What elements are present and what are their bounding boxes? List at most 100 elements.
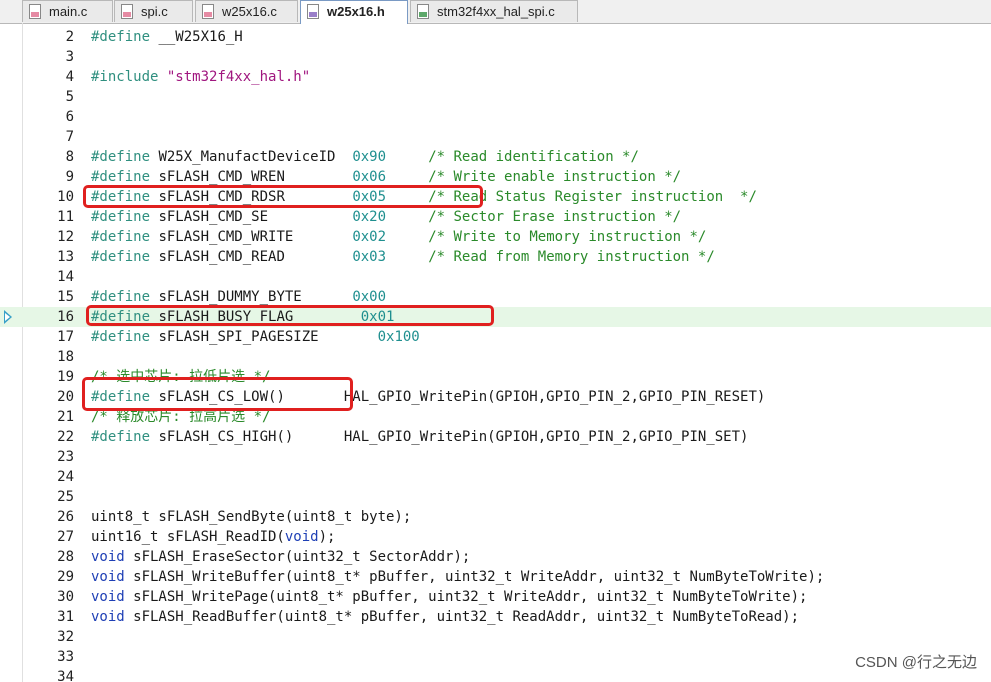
line-number: 29 [57, 569, 74, 585]
code-token: sFLASH_CMD_WREN [150, 169, 353, 185]
code-line[interactable]: 3 [0, 47, 991, 67]
line-number: 9 [65, 169, 74, 185]
code-line[interactable]: 17 #define sFLASH_SPI_PAGESIZE 0x100 [0, 327, 991, 347]
tab-label: w25x16.c [222, 4, 277, 19]
line-number: 21 [57, 409, 74, 425]
tab-label: main.c [49, 4, 88, 19]
code-line[interactable]: 6 [0, 107, 991, 127]
code-line[interactable]: 31 void sFLASH_ReadBuffer(uint8_t* pBuffe… [0, 607, 991, 627]
highlight-box-busy-flag [86, 305, 494, 326]
line-number: 3 [65, 49, 74, 65]
code-line[interactable]: 23 [0, 447, 991, 467]
line-number: 8 [65, 149, 74, 165]
line-code: #define sFLASH_CMD_READ 0x03 /* Read fro… [91, 247, 715, 267]
code-line[interactable]: 28 void sFLASH_EraseSector(uint32_t Secto… [0, 547, 991, 567]
line-number: 16 [57, 309, 74, 325]
code-line[interactable]: 15 #define sFLASH_DUMMY_BYTE 0x00 [0, 287, 991, 307]
line-code: #include "stm32f4xx_hal.h" [91, 67, 310, 87]
line-number: 13 [57, 249, 74, 265]
code-line[interactable]: 27 uint16_t sFLASH_ReadID(void); [0, 527, 991, 547]
line-number: 32 [57, 629, 74, 645]
code-token: #define [91, 289, 151, 305]
c-file-icon [29, 4, 41, 19]
code-token: 0x100 [377, 329, 420, 345]
line-code: void sFLASH_WriteBuffer(uint8_t* pBuffer… [91, 567, 824, 587]
editor-tab-bar: main.c spi.c w25x16.c w25x16.h stm32f4xx_hal… [0, 0, 991, 24]
code-token: #define [91, 169, 151, 185]
code-token: void [284, 529, 319, 545]
code-token: void [91, 569, 125, 585]
code-line[interactable]: 33 [0, 647, 991, 667]
tab-main-c[interactable]: main.c [22, 0, 113, 22]
code-token: void [91, 549, 125, 565]
code-line[interactable]: 9 #define sFLASH_CMD_WREN 0x06 /* Write e… [0, 167, 991, 187]
code-line[interactable]: 4 #include "stm32f4xx_hal.h" [0, 67, 991, 87]
line-code: void sFLASH_WritePage(uint8_t* pBuffer, … [91, 587, 807, 607]
line-number: 26 [57, 509, 74, 525]
code-token: 0x90 [352, 149, 387, 165]
code-token: #define [91, 249, 151, 265]
code-token: void [91, 609, 125, 625]
code-line[interactable]: 25 [0, 487, 991, 507]
line-number: 28 [57, 549, 74, 565]
tab-label: w25x16.h [327, 4, 385, 19]
code-line[interactable]: 11 #define sFLASH_CMD_SE 0x20 /* Sector E… [0, 207, 991, 227]
current-line-arrow-icon [4, 310, 12, 324]
code-line[interactable]: 14 [0, 267, 991, 287]
code-line[interactable]: 34 [0, 667, 991, 682]
line-number: 2 [65, 29, 74, 45]
line-code: #define W25X_ManufactDeviceID 0x90 /* Re… [91, 147, 639, 167]
line-code: #define sFLASH_DUMMY_BYTE 0x00 [91, 287, 386, 307]
code-line[interactable]: 13 #define sFLASH_CMD_READ 0x03 /* Read f… [0, 247, 991, 267]
highlight-box-cs-low [82, 377, 353, 411]
code-token: /* 释放芯片: 拉高片选 */ [91, 409, 271, 425]
code-line[interactable]: 8 #define W25X_ManufactDeviceID 0x90 /* R… [0, 147, 991, 167]
line-code: uint8_t sFLASH_SendByte(uint8_t byte); [91, 507, 411, 527]
line-number: 30 [57, 589, 74, 605]
code-token: sFLASH_CS_HIGH() HAL_GPIO_WritePin(GPIOH… [150, 429, 749, 445]
code-token: #define [91, 229, 151, 245]
code-token: __W25X16_H [150, 29, 243, 45]
code-token: uint16_t sFLASH_ReadID( [91, 529, 285, 545]
line-number: 19 [57, 369, 74, 385]
line-number: 10 [57, 189, 74, 205]
code-token: sFLASH_CMD_SE [150, 209, 353, 225]
code-line[interactable]: 29 void sFLASH_WriteBuffer(uint8_t* pBuff… [0, 567, 991, 587]
code-line[interactable]: 26 uint8_t sFLASH_SendByte(uint8_t byte); [0, 507, 991, 527]
code-line[interactable]: 12 #define sFLASH_CMD_WRITE 0x02 /* Write… [0, 227, 991, 247]
line-code: void sFLASH_EraseSector(uint32_t SectorA… [91, 547, 470, 567]
code-token: sFLASH_SPI_PAGESIZE [150, 329, 378, 345]
line-code: #define sFLASH_SPI_PAGESIZE 0x100 [91, 327, 420, 347]
code-line[interactable]: 30 void sFLASH_WritePage(uint8_t* pBuffer… [0, 587, 991, 607]
code-token: ); [318, 529, 336, 545]
watermark: CSDN @行之无边 [855, 654, 977, 671]
code-line[interactable]: 22 #define sFLASH_CS_HIGH() HAL_GPIO_Writ… [0, 427, 991, 447]
c-file-icon [202, 4, 214, 19]
tab-w25x16-c[interactable]: w25x16.c [195, 0, 298, 22]
code-line[interactable]: 5 [0, 87, 991, 107]
line-number: 27 [57, 529, 74, 545]
code-token: #define [91, 29, 151, 45]
line-code: void sFLASH_ReadBuffer(uint8_t* pBuffer,… [91, 607, 799, 627]
code-line[interactable]: 2 #define __W25X16_H [0, 27, 991, 47]
line-number: 4 [65, 69, 74, 85]
line-code: #define sFLASH_CMD_WRITE 0x02 /* Write t… [91, 227, 706, 247]
code-editor[interactable]: 2 #define __W25X16_H 3 4 #include "stm32f4xx… [0, 23, 991, 682]
tab-spi-c[interactable]: spi.c [114, 0, 193, 22]
line-number: 15 [57, 289, 74, 305]
code-line[interactable]: 24 [0, 467, 991, 487]
h-file-icon [307, 4, 319, 19]
code-line[interactable]: 18 [0, 347, 991, 367]
code-token: /* Sector Erase instruction */ [428, 209, 682, 225]
code-line[interactable]: 32 [0, 627, 991, 647]
code-line[interactable]: 7 [0, 127, 991, 147]
line-code: #define __W25X16_H [91, 27, 243, 47]
tab-w25x16-h[interactable]: w25x16.h [300, 0, 408, 24]
highlight-box-rdsr [83, 185, 483, 208]
code-token: 0x03 [352, 249, 387, 265]
line-code: uint16_t sFLASH_ReadID(void); [91, 527, 335, 547]
code-token: 0x00 [352, 289, 387, 305]
tab-stm32f4xx-hal-spi-c[interactable]: stm32f4xx_hal_spi.c [410, 0, 578, 22]
